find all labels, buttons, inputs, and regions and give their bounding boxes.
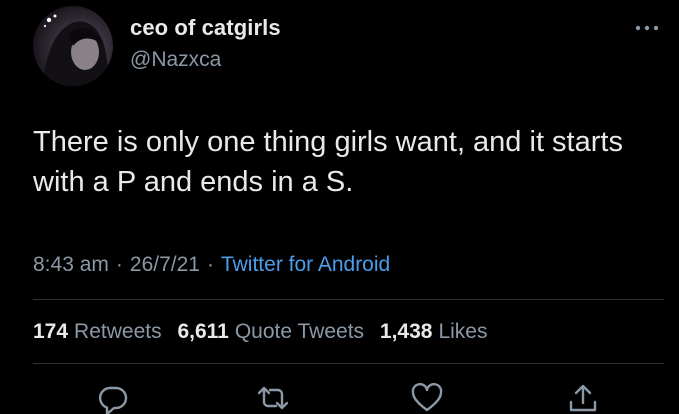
tweet-meta: 8:43 am · 26/7/21 · Twitter for Android: [33, 253, 390, 277]
likes-count: 1,438: [379, 320, 433, 343]
retweets-stat[interactable]: 174 Retweets: [33, 320, 162, 343]
tweet-date[interactable]: 26/7/21: [130, 253, 200, 276]
quote-tweets-stat[interactable]: 6,611 Quote Tweets: [177, 320, 364, 343]
retweets-label: Retweets: [74, 320, 162, 343]
likes-label: Likes: [438, 320, 488, 343]
more-options-icon[interactable]: [634, 20, 660, 31]
avatar[interactable]: [33, 6, 113, 86]
meta-separator: ·: [115, 253, 123, 276]
tweet-card: ceo of catgirls @Nazxca There is only on…: [0, 0, 679, 414]
tweet-stats: 174 Retweets 6,611 Quote Tweets 1,438 Likes: [33, 320, 497, 344]
quote-tweets-count: 6,611: [177, 320, 229, 343]
tweet-text: There is only one thing girls want, and …: [33, 126, 623, 198]
retweet-icon: [257, 386, 289, 410]
heart-icon: [411, 382, 443, 412]
divider: [33, 363, 664, 364]
avatar-image: [43, 14, 111, 86]
likes-stat[interactable]: 1,438 Likes: [380, 320, 488, 343]
share-button[interactable]: [566, 382, 600, 414]
retweets-count: 174: [33, 320, 69, 343]
tweet-source-link[interactable]: Twitter for Android: [221, 253, 390, 276]
reply-button[interactable]: [96, 382, 130, 414]
retweet-button[interactable]: [256, 382, 290, 414]
display-name[interactable]: ceo of catgirls: [130, 15, 281, 41]
meta-separator: ·: [206, 253, 214, 276]
quote-tweets-label: Quote Tweets: [234, 320, 365, 343]
share-icon: [569, 384, 597, 412]
divider: [33, 299, 664, 300]
tweet-time[interactable]: 8:43 am: [33, 253, 109, 276]
user-handle[interactable]: @Nazxca: [130, 48, 221, 72]
like-button[interactable]: [410, 382, 444, 414]
reply-icon: [98, 386, 128, 414]
